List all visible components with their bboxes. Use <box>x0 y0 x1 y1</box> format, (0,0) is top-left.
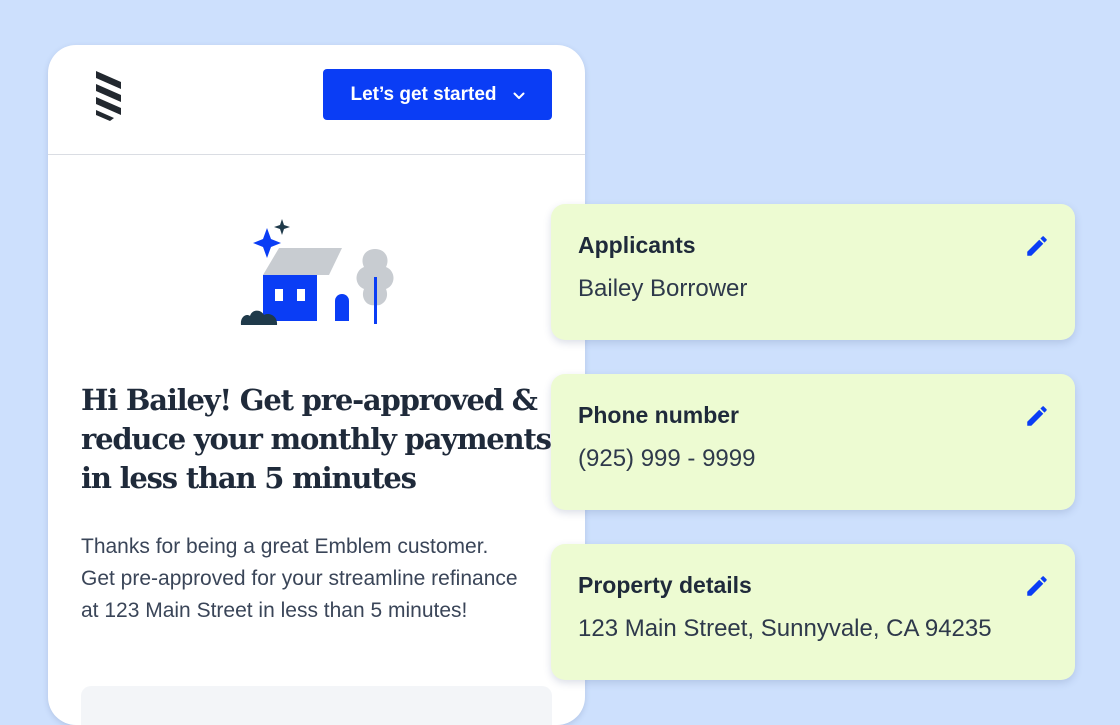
intro-text: Thanks for being a great Emblem customer… <box>81 535 518 622</box>
applicants-value: Bailey Borrower <box>578 275 748 302</box>
chevron-down-icon <box>513 90 525 102</box>
app-header: Let’s get started <box>48 45 585 155</box>
page-headline: Hi Bailey! Get pre-approved & reduce you… <box>81 383 552 495</box>
pencil-edit-icon[interactable] <box>1024 233 1050 259</box>
get-started-button[interactable]: Let’s get started <box>323 69 552 120</box>
phone-number-card: Phone number (925) 999 - 9999 <box>551 374 1075 510</box>
emblem-logo-icon <box>96 71 121 121</box>
house-illustration <box>240 219 394 325</box>
phone-screen: Let’s get started Hi Bailey! Get pre-app… <box>48 45 585 725</box>
property-details-label: Property details <box>578 572 752 598</box>
phone-number-value: (925) 999 - 9999 <box>578 445 756 472</box>
property-details-card: Property details 123 Main Street, Sunnyv… <box>551 544 1075 680</box>
pencil-edit-icon[interactable] <box>1024 573 1050 599</box>
property-details-value: 123 Main Street, Sunnyvale, CA 94235 <box>578 615 992 642</box>
phone-number-label: Phone number <box>578 402 740 428</box>
applicants-label: Applicants <box>578 232 696 258</box>
pencil-edit-icon[interactable] <box>1024 403 1050 429</box>
bottom-panel <box>81 686 552 725</box>
applicants-card: Applicants Bailey Borrower <box>551 204 1075 340</box>
get-started-label: Let’s get started <box>350 83 497 105</box>
